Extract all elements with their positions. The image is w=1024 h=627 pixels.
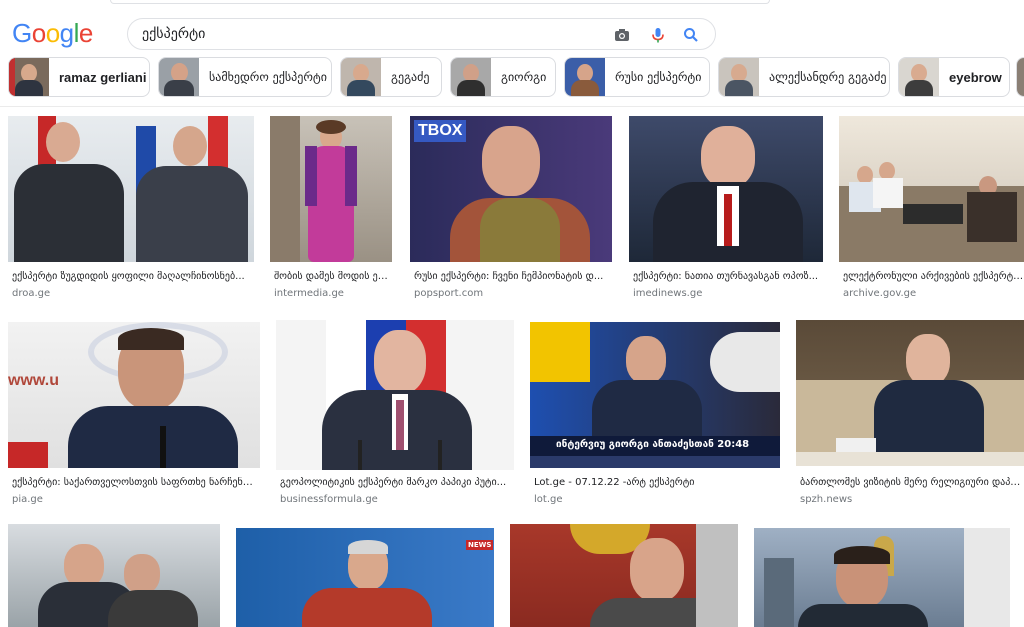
- chip-thumbnail: [565, 58, 605, 96]
- image-result[interactable]: ელექტრონული არქივების ექსპერტი ძ... arch…: [839, 116, 1024, 302]
- image-overlay-text: TBOX: [414, 120, 467, 142]
- image-overlay-text: www.u: [8, 372, 59, 389]
- result-caption[interactable]: ექსპერტი: საქართველოსთვის საფრთხე ნარჩენ…: [12, 477, 260, 488]
- result-caption[interactable]: ექსპერტი: ნათია თურნავასგან ოპოზ...: [633, 271, 823, 282]
- chip-label: eyebrow: [949, 69, 1002, 85]
- result-image[interactable]: [270, 116, 392, 262]
- chip-thumbnail: [341, 58, 381, 96]
- result-source[interactable]: droa.ge: [12, 288, 50, 299]
- chip-russian-expert[interactable]: რუსი ექსპერტი: [564, 57, 710, 97]
- result-source[interactable]: businessformula.ge: [280, 494, 378, 505]
- result-image[interactable]: [754, 528, 1010, 627]
- chip-thumbnail: [159, 58, 199, 96]
- result-image[interactable]: [839, 116, 1024, 262]
- search-icon[interactable]: [681, 25, 701, 45]
- top-bar: Google ექსპერტი: [0, 0, 1024, 56]
- image-result[interactable]: შობის დამეს მოდის ექ... intermedia.ge: [270, 116, 392, 302]
- chip-gegadze[interactable]: გეგაძე: [340, 57, 442, 97]
- result-image[interactable]: www.u: [8, 322, 260, 468]
- result-source[interactable]: lot.ge: [534, 494, 563, 505]
- related-searches-bar: ramaz gerliani სამხედრო ექსპერტი გეგაძე …: [0, 56, 1024, 100]
- result-source[interactable]: archive.gov.ge: [843, 288, 916, 299]
- result-image[interactable]: [8, 116, 254, 262]
- divider: [0, 106, 1024, 107]
- result-caption[interactable]: გეოპოლიტიკის ექსპერტი მარკო პაპიკი პუტი.…: [280, 477, 514, 488]
- top-tab-strip: [110, 0, 770, 4]
- chip-giorgi[interactable]: გიორგი: [450, 57, 556, 97]
- search-box[interactable]: ექსპერტი: [127, 18, 716, 50]
- microphone-icon[interactable]: [648, 25, 668, 45]
- camera-icon[interactable]: [612, 25, 632, 45]
- image-result[interactable]: გეოპოლიტიკის ექსპერტი მარკო პაპიკი პუტი.…: [276, 320, 514, 510]
- chip-label: ალექსანდრე გეგაძე: [769, 70, 887, 84]
- result-source[interactable]: spzh.news: [800, 494, 852, 505]
- image-result[interactable]: TBOX რუსი ექსპერტი: ჩვენი ჩემპიონატის დ.…: [410, 116, 612, 302]
- result-caption[interactable]: რუსი ექსპერტი: ჩვენი ჩემპიონატის დ...: [414, 271, 612, 282]
- image-result[interactable]: [510, 524, 738, 627]
- result-source[interactable]: imedinews.ge: [633, 288, 702, 299]
- result-source[interactable]: intermedia.ge: [274, 288, 344, 299]
- image-result[interactable]: [754, 528, 1010, 627]
- search-input[interactable]: ექსპერტი: [142, 26, 205, 42]
- chip-ramaz-gerliani[interactable]: ramaz gerliani: [8, 57, 150, 97]
- image-result[interactable]: ბართლომეს ვიზიტის მერე რელიგიური დაპა...…: [796, 320, 1024, 510]
- result-image[interactable]: [510, 524, 738, 627]
- result-caption[interactable]: Lot.ge - 07.12.22 -არტ ექსპერტი: [534, 477, 780, 488]
- result-image[interactable]: [796, 320, 1024, 466]
- chip-thumbnail: [719, 58, 759, 96]
- result-image[interactable]: NEWS: [236, 528, 494, 627]
- image-result[interactable]: [8, 524, 220, 627]
- chip-thumbnail: [9, 58, 49, 96]
- chip-label: გიორგი: [501, 70, 547, 84]
- chip-label: სამხედრო ექსპერტი: [209, 70, 327, 84]
- chip-eyebrow[interactable]: eyebrow: [898, 57, 1010, 97]
- result-source[interactable]: pia.ge: [12, 494, 43, 505]
- chip-military-expert[interactable]: სამხედრო ექსპერტი: [158, 57, 332, 97]
- chip-label: რუსი ექსპერტი: [615, 70, 702, 84]
- result-caption[interactable]: ბართლომეს ვიზიტის მერე რელიგიური დაპა...: [800, 477, 1024, 488]
- image-result[interactable]: ექსპერტი ზუგდიდის ყოფილი მაღალჩინოსნებ..…: [8, 116, 254, 302]
- image-result[interactable]: ინტერვიუ გიორგი ანთაძესთან 20:48 Lot.ge …: [530, 322, 780, 512]
- result-source[interactable]: popsport.com: [414, 288, 483, 299]
- result-caption[interactable]: ექსპერტი ზუგდიდის ყოფილი მაღალჩინოსნებ..…: [12, 271, 252, 282]
- image-result[interactable]: NEWS: [236, 528, 494, 627]
- result-image[interactable]: TBOX: [410, 116, 612, 262]
- chip-more[interactable]: [1016, 57, 1024, 97]
- google-logo[interactable]: Google: [12, 18, 93, 49]
- result-image[interactable]: [629, 116, 823, 262]
- chip-label: გეგაძე: [391, 70, 430, 84]
- result-caption[interactable]: ელექტრონული არქივების ექსპერტი ძ...: [843, 271, 1024, 282]
- news-banner-text: ინტერვიუ გიორგი ანთაძესთან 20:48: [556, 439, 750, 450]
- chip-aleksandre-gegadze[interactable]: ალექსანდრე გეგაძე: [718, 57, 890, 97]
- image-overlay-text: NEWS: [466, 540, 494, 550]
- result-image[interactable]: [276, 320, 514, 470]
- chip-thumbnail: [899, 58, 939, 96]
- result-image[interactable]: ინტერვიუ გიორგი ანთაძესთან 20:48: [530, 322, 780, 468]
- image-result[interactable]: ექსპერტი: ნათია თურნავასგან ოპოზ... imed…: [629, 116, 823, 302]
- image-result[interactable]: www.u ექსპერტი: საქართველოსთვის საფრთხე …: [8, 322, 260, 512]
- result-caption[interactable]: შობის დამეს მოდის ექ...: [274, 271, 392, 282]
- chip-thumbnail: [451, 58, 491, 96]
- result-image[interactable]: [8, 524, 220, 627]
- chip-label: ramaz gerliani: [59, 69, 147, 85]
